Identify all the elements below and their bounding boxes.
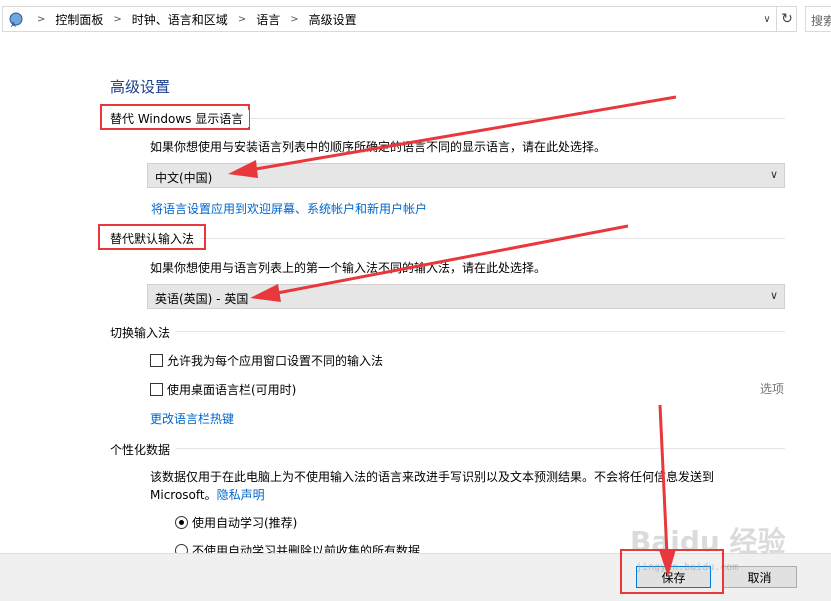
personalization-description-line2: Microsoft。隐私声明 [150, 486, 265, 503]
breadcrumb-advanced-settings[interactable]: 高级设置 [305, 11, 361, 28]
refresh-icon[interactable]: ↻ [776, 7, 797, 31]
page-title: 高级设置 [110, 78, 171, 96]
display-language-select[interactable]: 中文(中国) ∨ [147, 163, 785, 188]
auto-learning-label: 使用自动学习(推荐) [192, 516, 298, 530]
breadcrumb-control-panel[interactable]: 控制面板 [51, 11, 107, 28]
search-placeholder: 搜索 [811, 14, 831, 28]
address-box[interactable]: A > 控制面板 > 时钟、语言和区域 > 语言 > 高级设置 ∨ ↻ [2, 6, 797, 32]
chevron-down-icon: ∨ [769, 168, 778, 181]
language-bar-label: 使用桌面语言栏(可用时) [167, 383, 297, 397]
display-language-heading: 替代 Windows 显示语言 [110, 110, 250, 127]
apply-language-settings-link[interactable]: 将语言设置应用到欢迎屏幕、系统帐户和新用户帐户 [151, 200, 427, 217]
breadcrumb-separator-icon: > [237, 13, 247, 25]
address-bar: A > 控制面板 > 时钟、语言和区域 > 语言 > 高级设置 ∨ ↻ 搜索 [0, 0, 831, 38]
display-language-value: 中文(中国) [155, 171, 213, 185]
per-app-input-checkbox-row[interactable]: 允许我为每个应用窗口设置不同的输入法 [150, 352, 383, 369]
personalization-description: 该数据仅用于在此电脑上为不使用输入法的语言来改进手写识别以及文本预测结果。不会将… [150, 470, 715, 484]
input-method-description: 如果你想使用与语言列表上的第一个输入法不同的输入法，请在此处选择。 [150, 261, 547, 275]
microsoft-text: Microsoft。 [150, 488, 217, 502]
per-app-input-checkbox[interactable] [150, 354, 163, 367]
breadcrumb: > 控制面板 > 时钟、语言和区域 > 语言 > 高级设置 [31, 7, 361, 31]
section-divider [110, 448, 785, 449]
auto-learning-radio-row[interactable]: 使用自动学习(推荐) [175, 514, 297, 531]
section-divider [110, 238, 785, 239]
per-app-input-label: 允许我为每个应用窗口设置不同的输入法 [167, 354, 384, 368]
section-divider [110, 331, 785, 332]
breadcrumb-separator-icon: > [37, 13, 46, 25]
breadcrumb-language[interactable]: 语言 [252, 11, 284, 28]
control-panel-icon: A [9, 12, 23, 29]
annotation-box-save [620, 549, 724, 594]
breadcrumb-clock-language-region[interactable]: 时钟、语言和区域 [128, 11, 232, 28]
chevron-down-icon: ∨ [769, 289, 778, 302]
auto-learning-radio[interactable] [175, 516, 188, 529]
change-hotkeys-link[interactable]: 更改语言栏热键 [150, 410, 234, 427]
switch-input-heading: 切换输入法 [110, 324, 177, 341]
input-method-select[interactable]: 英语(英国) - 英国 ∨ [147, 284, 785, 309]
options-link[interactable]: 选项 [760, 380, 784, 397]
personalization-heading: 个性化数据 [110, 441, 177, 458]
language-bar-checkbox[interactable] [150, 383, 163, 396]
privacy-statement-link[interactable]: 隐私声明 [217, 488, 265, 502]
input-method-heading: 替代默认输入法 [110, 230, 201, 247]
breadcrumb-separator-icon: > [113, 13, 122, 25]
language-bar-checkbox-row[interactable]: 使用桌面语言栏(可用时) [150, 381, 296, 398]
chevron-down-icon[interactable]: ∨ [758, 7, 776, 31]
breadcrumb-separator-icon: > [290, 13, 299, 25]
display-language-description: 如果你想使用与安装语言列表中的顺序所确定的语言不同的显示语言，请在此处选择。 [150, 140, 607, 154]
svg-text:A: A [11, 21, 16, 29]
input-method-value: 英语(英国) - 英国 [155, 292, 249, 306]
search-input[interactable]: 搜索 [805, 6, 831, 32]
